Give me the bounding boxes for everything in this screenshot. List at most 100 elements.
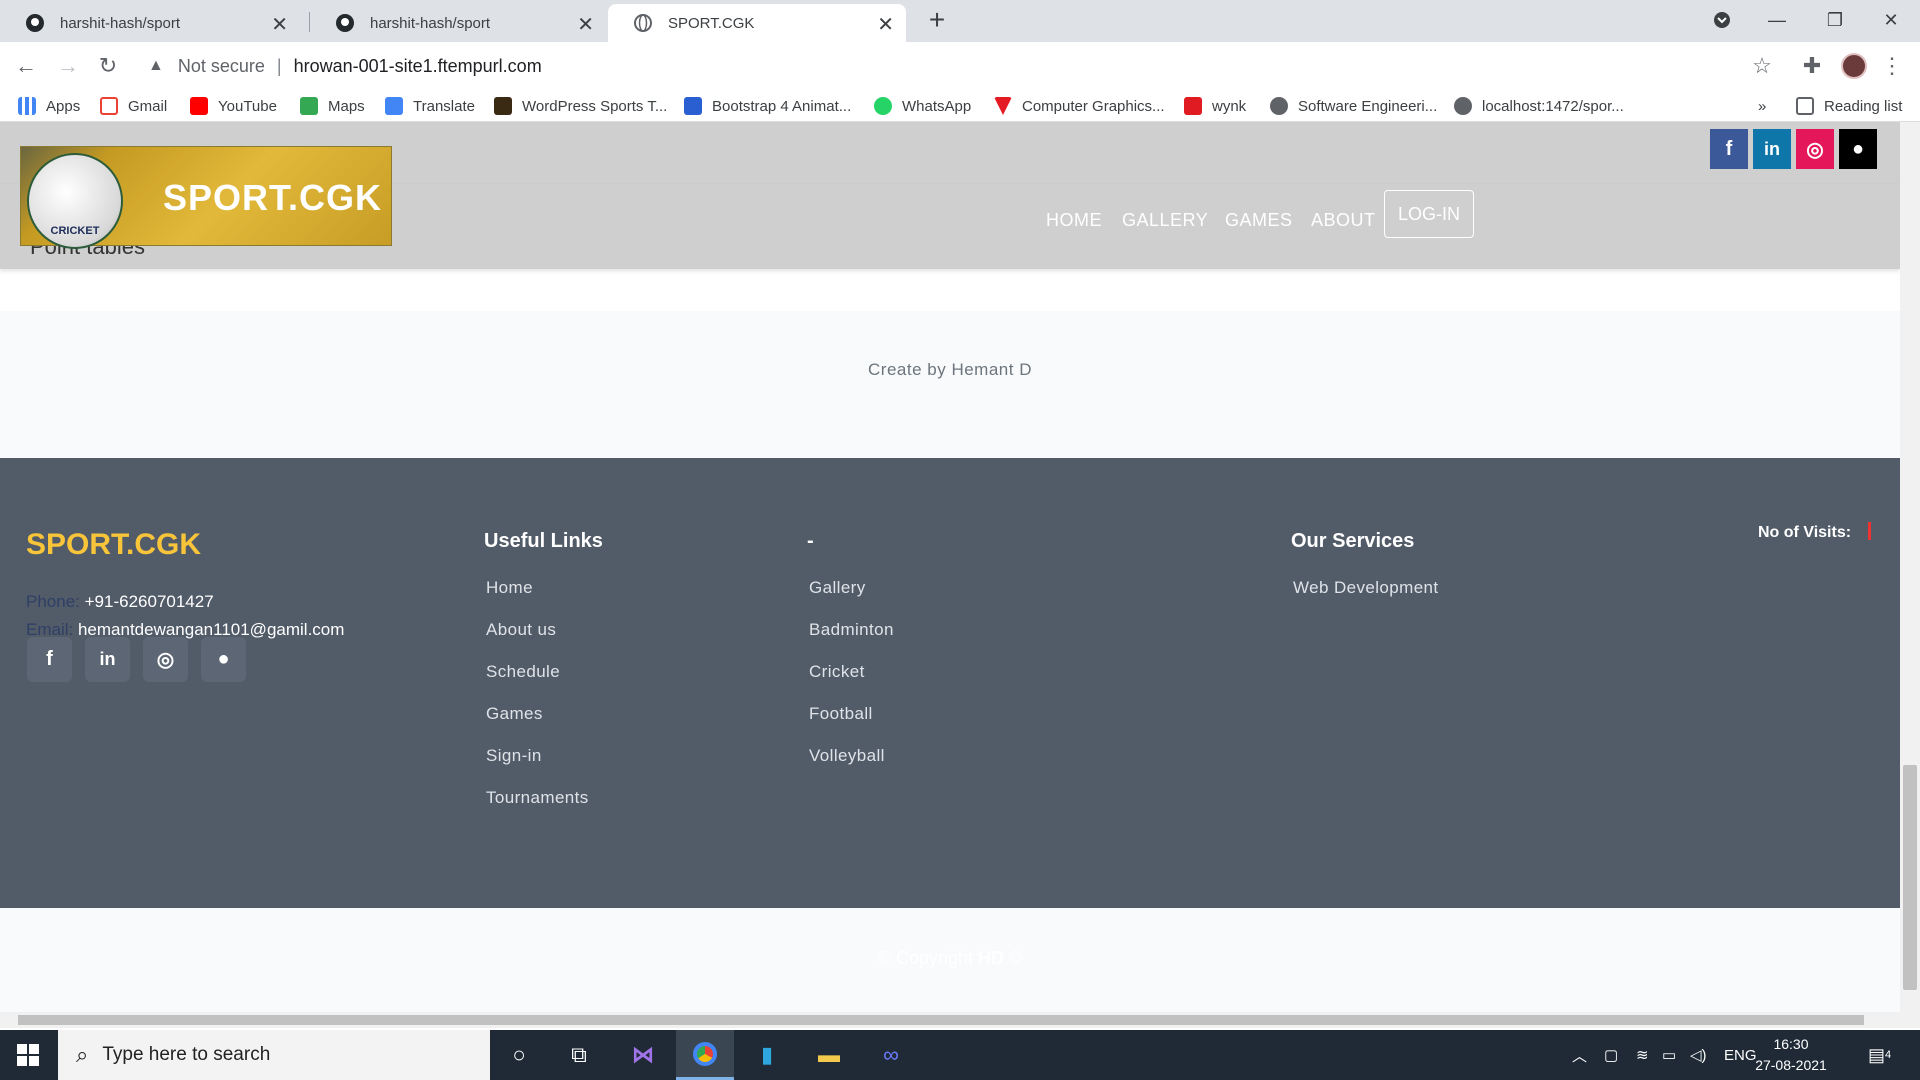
windows-start-icon[interactable] — [0, 1030, 56, 1080]
restore-icon[interactable]: ❐ — [1806, 0, 1864, 40]
file-explorer-icon[interactable]: ▬ — [800, 1030, 858, 1080]
minimize-icon[interactable]: — — [1748, 0, 1806, 40]
bookmark-label: localhost:1472/spor... — [1482, 97, 1624, 115]
address-bar[interactable]: ▲ Not secure | hrowan-001-site1.ftempurl… — [136, 47, 1768, 85]
app-icon[interactable]: ∞ — [862, 1030, 920, 1080]
close-tab-icon[interactable]: ✕ — [271, 12, 288, 37]
tab-title: harshit-hash/sport — [370, 14, 491, 32]
bookmark-youtube[interactable]: YouTube — [190, 94, 277, 118]
nav-about[interactable]: ABOUT — [1311, 210, 1376, 231]
notification-icon[interactable]: ▤ 4 — [1868, 1030, 1891, 1080]
bookmark-wordpress[interactable]: WordPress Sports T... — [494, 94, 667, 118]
url-text[interactable]: hrowan-001-site1.ftempurl.com — [294, 56, 542, 77]
instagram-icon[interactable]: ◎ — [1796, 129, 1834, 169]
bookmark-label: Apps — [46, 97, 81, 115]
clock-date: 27-08-2021 — [1755, 1057, 1827, 1073]
warning-icon: ▲ — [148, 57, 164, 74]
browser-toolbar: ← → ↻ ▲ Not secure | hrowan-001-site1.ft… — [0, 42, 1920, 90]
footer-link-cricket[interactable]: Cricket — [809, 662, 865, 682]
close-tab-icon[interactable]: ✕ — [577, 12, 594, 37]
whatsapp-icon — [874, 97, 892, 115]
vertical-scroll-thumb[interactable] — [1903, 765, 1917, 990]
footer-link-gallery[interactable]: Gallery — [809, 578, 866, 598]
reload-icon[interactable]: ↻ — [92, 50, 124, 82]
footer-link-football[interactable]: Football — [809, 704, 873, 724]
phone-value[interactable]: +91-6260701427 — [85, 592, 214, 611]
reading-list[interactable]: Reading list — [1796, 94, 1902, 118]
tab-3-active[interactable]: SPORT.CGK ✕ — [608, 4, 906, 42]
footer-brand: SPORT.CGK — [26, 528, 202, 561]
translate-icon — [385, 97, 403, 115]
chrome-icon[interactable] — [676, 1030, 734, 1080]
bookmark-software-engineering[interactable]: Software Engineeri... — [1270, 94, 1437, 118]
globe-icon — [632, 12, 654, 34]
footer-link-signin[interactable]: Sign-in — [486, 746, 542, 766]
bookmark-computer-graphics[interactable]: Computer Graphics... — [994, 94, 1165, 118]
volume-icon[interactable]: ◁) — [1690, 1030, 1707, 1080]
visit-counter-label: No of Visits: — [1758, 524, 1852, 541]
github-icon[interactable]: ● — [201, 637, 246, 682]
footer-link-about[interactable]: About us — [486, 620, 556, 640]
facebook-icon[interactable]: f — [27, 637, 72, 682]
footer-link-volleyball[interactable]: Volleyball — [809, 746, 885, 766]
bookmark-star-icon[interactable]: ☆ — [1746, 50, 1778, 82]
bookmark-label: Gmail — [128, 97, 168, 115]
tab-1[interactable]: harshit-hash/sport ✕ — [0, 4, 300, 42]
bookmark-bootstrap[interactable]: Bootstrap 4 Animat... — [684, 94, 851, 118]
clock[interactable]: 16:30 27-08-2021 — [1748, 1034, 1834, 1076]
security-label[interactable]: Not secure — [178, 56, 265, 77]
back-arrow-icon[interactable]: ← — [10, 50, 42, 82]
bookmark-localhost[interactable]: localhost:1472/spor... — [1454, 94, 1624, 118]
footer-link-tournaments[interactable]: Tournaments — [486, 788, 589, 808]
close-tab-icon[interactable]: ✕ — [877, 12, 894, 37]
notepad-icon[interactable]: ▮ — [738, 1030, 796, 1080]
tab-2[interactable]: harshit-hash/sport ✕ — [310, 4, 606, 42]
nav-games[interactable]: GAMES — [1225, 210, 1293, 231]
cortana-icon[interactable]: ○ — [490, 1030, 548, 1080]
site-logo[interactable]: CRICKET SPORT.CGK — [20, 146, 392, 249]
linkedin-icon[interactable]: in — [1753, 129, 1791, 169]
new-tab-button[interactable]: + — [922, 6, 952, 36]
nav-home[interactable]: HOME — [1046, 210, 1102, 231]
extensions-icon[interactable]: ✚ — [1796, 50, 1828, 82]
forward-arrow-icon[interactable]: → — [52, 50, 84, 82]
maps-icon — [300, 97, 318, 115]
tab-title: SPORT.CGK — [668, 14, 755, 32]
footer-link-badminton[interactable]: Badminton — [809, 620, 894, 640]
bookmark-wynk[interactable]: wynk — [1184, 94, 1246, 118]
battery-icon[interactable]: ▭ — [1662, 1030, 1676, 1080]
menu-kebab-icon[interactable]: ⋮ — [1876, 50, 1908, 82]
footer-link-games[interactable]: Games — [486, 704, 543, 724]
bookmark-gmail[interactable]: Gmail — [100, 94, 167, 118]
avatar[interactable] — [1838, 50, 1870, 82]
cricket-logo-icon: CRICKET — [27, 153, 123, 249]
taskbar-search[interactable]: ⌕ Type here to search — [58, 1030, 490, 1080]
gmail-icon — [100, 97, 118, 115]
footer-link-schedule[interactable]: Schedule — [486, 662, 560, 682]
wifi-icon[interactable]: ≋ — [1636, 1030, 1649, 1080]
meet-now-icon[interactable]: ▢ — [1604, 1030, 1618, 1080]
facebook-icon[interactable]: f — [1710, 129, 1748, 169]
window-close-icon[interactable]: ✕ — [1862, 0, 1920, 40]
bookmark-translate[interactable]: Translate — [385, 94, 475, 118]
footer-link-web-development[interactable]: Web Development — [1293, 578, 1439, 598]
nav-gallery[interactable]: GALLERY — [1122, 210, 1208, 231]
graphics-icon — [994, 97, 1012, 115]
search-placeholder: Type here to search — [102, 1044, 271, 1065]
github-icon[interactable]: ● — [1839, 129, 1877, 169]
linkedin-icon[interactable]: in — [85, 637, 130, 682]
login-button[interactable]: LOG-IN — [1384, 190, 1474, 238]
bootstrap-icon — [684, 97, 702, 115]
bookmark-whatsapp[interactable]: WhatsApp — [874, 94, 971, 118]
tab-search-icon[interactable] — [1692, 0, 1752, 40]
instagram-icon[interactable]: ◎ — [143, 637, 188, 682]
more-bookmarks-icon[interactable]: » — [1758, 94, 1766, 118]
copyright-owner: HD — [978, 948, 1005, 968]
visual-studio-icon[interactable]: ⋈ — [614, 1030, 672, 1080]
bookmark-apps[interactable]: Apps — [18, 94, 80, 118]
footer-link-home[interactable]: Home — [486, 578, 533, 598]
tray-chevron-icon[interactable]: ︿ — [1572, 1030, 1587, 1080]
task-view-icon[interactable]: ⧉ — [550, 1030, 608, 1080]
horizontal-scroll-thumb[interactable] — [18, 1015, 1864, 1025]
bookmark-maps[interactable]: Maps — [300, 94, 365, 118]
